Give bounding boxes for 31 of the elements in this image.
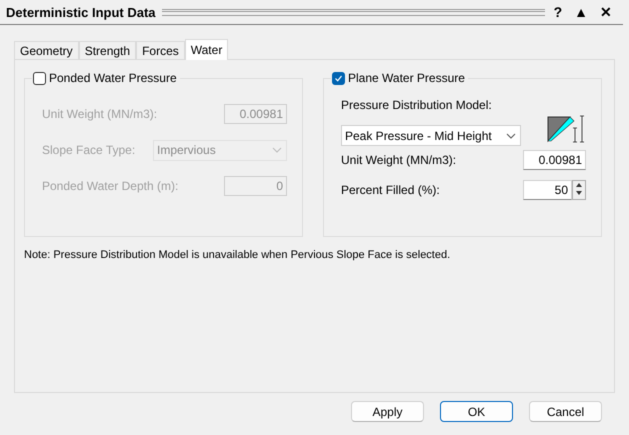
field-label: Unit Weight (MN/m3): (341, 153, 456, 167)
field-label: Pressure Distribution Model: (341, 98, 493, 112)
window-control[interactable]: ? (550, 4, 566, 20)
input-field[interactable]: 50 (523, 180, 572, 200)
checkbox[interactable] (332, 72, 345, 84)
tab[interactable]: Water (184, 39, 228, 60)
field-label: Slope Face Type: (42, 143, 136, 157)
field-label: Percent Filled (%): (341, 183, 440, 197)
dialog-button[interactable]: OK (440, 401, 513, 422)
dropdown[interactable]: Peak Pressure - Mid Height (341, 125, 521, 146)
input-field[interactable]: 0.00981 (523, 150, 586, 170)
dialog-button[interactable]: Cancel (529, 401, 602, 422)
tab[interactable]: Geometry (14, 41, 79, 59)
checkmark-icon (334, 74, 343, 82)
checkbox[interactable] (33, 72, 46, 84)
field-label: Unit Weight (MN/m3): (42, 107, 158, 121)
spin-down-icon[interactable] (573, 189, 585, 197)
chevron-down-icon (506, 132, 516, 138)
note-text: Note: Pressure Distribution Model is unavailable when Pervious Slope Face is selected. (24, 249, 452, 261)
field-label: Ponded Water Depth (m): (42, 179, 178, 193)
window-control[interactable]: ▲ (571, 4, 591, 20)
spin-up-icon[interactable] (573, 181, 585, 189)
window-title: Deterministic Input Data (6, 4, 156, 20)
tab[interactable]: Forces (136, 41, 185, 59)
dialog-button[interactable]: Apply (351, 401, 424, 422)
window-control[interactable]: ✕ (597, 4, 615, 20)
checkbox-label: Plane Water Pressure (348, 71, 465, 85)
chevron-down-icon (272, 147, 282, 153)
pressure-diagram-icon (546, 115, 586, 145)
tab[interactable]: Strength (78, 41, 136, 59)
checkbox-label: Ponded Water Pressure (49, 71, 177, 85)
